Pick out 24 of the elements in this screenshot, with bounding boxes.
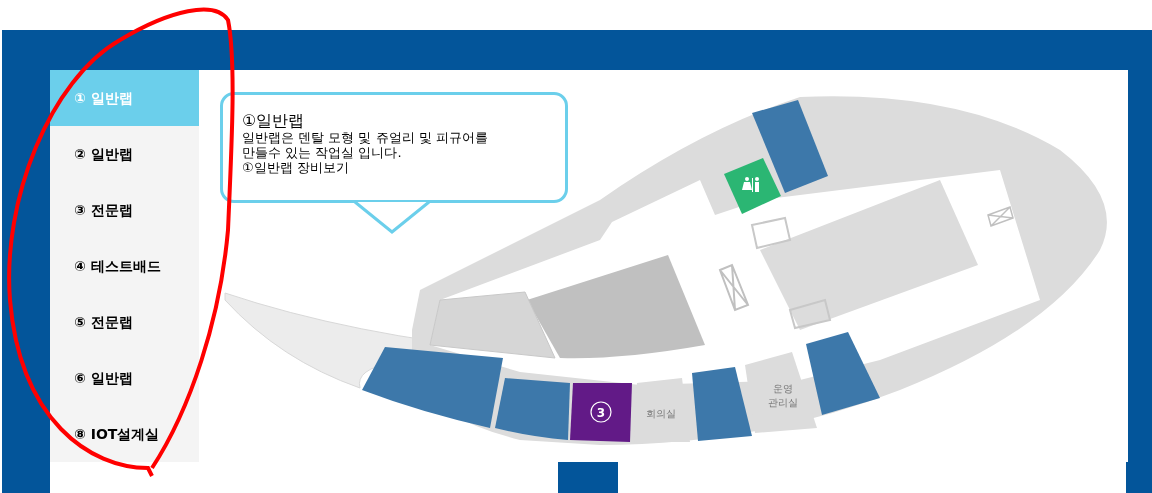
room-label: 운영 관리실: [768, 383, 798, 408]
sidebar-tab[interactable]: ② 일반랩: [50, 126, 199, 182]
room[interactable]: [745, 352, 817, 433]
restroom-icon: [742, 177, 759, 192]
stairs-icon: [788, 298, 832, 330]
sidebar-tab[interactable]: ⑥ 일반랩: [50, 350, 199, 406]
sidebar-tab[interactable]: ③ 전문랩: [50, 182, 199, 238]
stairs-icon: [750, 216, 792, 250]
lab-room[interactable]: [806, 332, 880, 415]
elevator-icon: [719, 263, 750, 311]
lab-room[interactable]: [495, 378, 570, 440]
bubble-title: ①일반랩: [242, 112, 306, 130]
sidebar-tab[interactable]: ⑧ IOT설계실: [50, 406, 199, 462]
restroom: [724, 158, 781, 214]
room-number-badge: 3: [590, 401, 612, 423]
bubble-tail-icon: [353, 200, 431, 235]
lab-room[interactable]: [692, 367, 752, 441]
elevator-icon: [987, 206, 1014, 227]
room-label: 회의실: [646, 408, 676, 419]
selected-room[interactable]: [570, 383, 632, 442]
equipment-link[interactable]: ①일반랩 장비보기: [242, 160, 349, 175]
bubble-description: 일반랩은 덴탈 모형 및 쥬얼리 및 피규어를 만들수 있는 작업실 입니다.: [242, 130, 489, 160]
sidebar-tab[interactable]: ④ 테스트배드: [50, 238, 199, 294]
sidebar-tab[interactable]: ⑤ 전문랩: [50, 294, 199, 350]
